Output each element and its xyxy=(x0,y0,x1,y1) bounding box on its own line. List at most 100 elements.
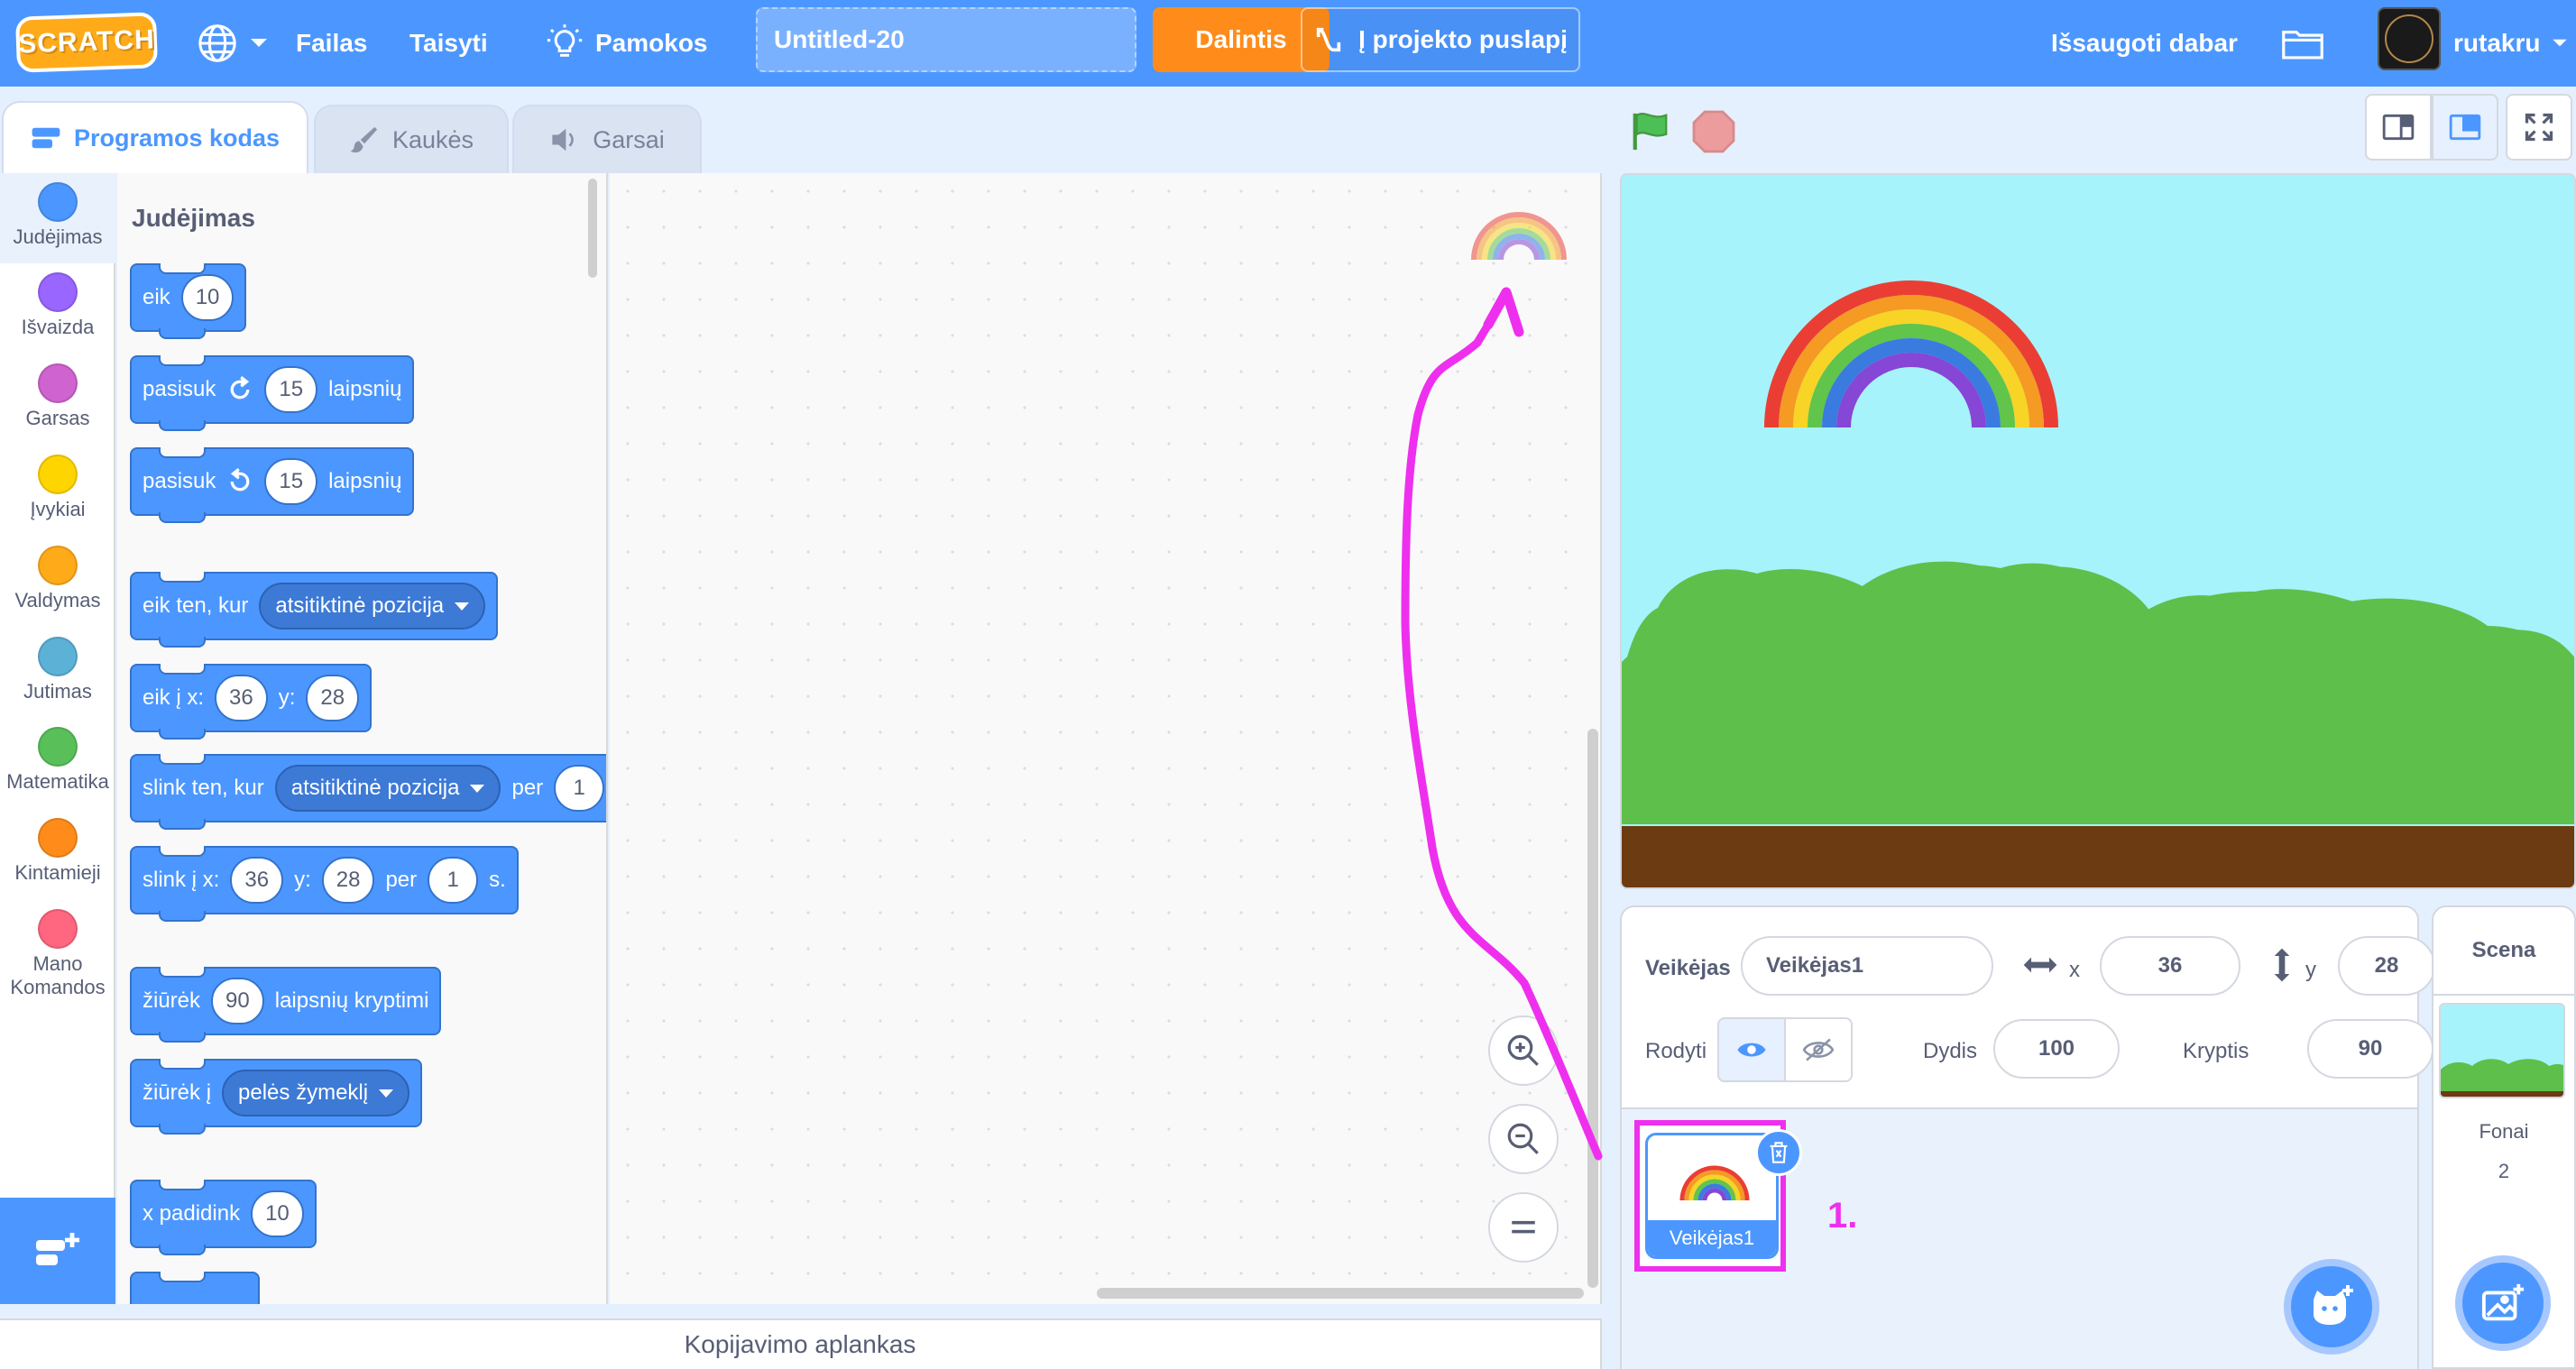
category-sound[interactable]: Garsas xyxy=(0,354,115,445)
block-glide-label: slink ten, kur xyxy=(143,776,264,800)
tutorials-menu[interactable]: Pamokos xyxy=(547,0,708,87)
category-events-dot xyxy=(38,455,78,494)
block-glide-secs-input[interactable]: 1 xyxy=(554,765,605,812)
green-flag-icon xyxy=(1633,112,1668,151)
normal-stage-button[interactable] xyxy=(2432,94,2498,161)
language-menu[interactable] xyxy=(197,0,269,87)
stage-canvas[interactable] xyxy=(1620,173,2576,889)
scratch-logo[interactable]: SCRATCH xyxy=(14,12,159,73)
account-menu[interactable]: rutakru xyxy=(2453,0,2569,87)
block-point-in-direction[interactable]: žiūrėk 90 laipsnių kryptimi xyxy=(130,967,442,1043)
add-extension-button[interactable] xyxy=(0,1198,115,1304)
block-goto-xy-y-input[interactable]: 28 xyxy=(306,675,360,721)
category-looks-label: Išvaizda xyxy=(21,316,95,338)
show-hidden-button[interactable] xyxy=(1784,1017,1853,1082)
eye-slash-icon xyxy=(1802,1038,1835,1061)
sprite-tile-selected[interactable]: Veikėjas1 xyxy=(1634,1120,1802,1272)
green-flag-button[interactable] xyxy=(1629,110,1672,156)
tab-code[interactable]: Programos kodas xyxy=(2,101,308,173)
file-menu[interactable]: Failas xyxy=(296,0,367,87)
tab-sounds[interactable]: Garsai xyxy=(512,105,702,173)
block-glide-xy[interactable]: slink į x: 36 y: 28 per 1 s. xyxy=(130,846,519,922)
block-point-dir-input[interactable]: 90 xyxy=(211,978,264,1024)
remix-arrows-icon xyxy=(1316,27,1341,52)
block-turn-left-degrees-input[interactable]: 15 xyxy=(264,458,318,505)
my-stuff-button[interactable] xyxy=(2282,0,2323,87)
block-partial[interactable] xyxy=(130,1272,260,1304)
size-input[interactable]: 100 xyxy=(1993,1019,2120,1079)
category-variables-dot xyxy=(38,818,78,858)
block-glide-dropdown[interactable]: atsitiktinė pozicija xyxy=(274,765,501,812)
choose-backdrop-button[interactable] xyxy=(2455,1255,2551,1351)
category-variables[interactable]: Kintamieji xyxy=(0,809,115,899)
category-control[interactable]: Valdymas xyxy=(0,537,115,627)
category-sound-dot xyxy=(38,363,78,403)
backpack-bar[interactable]: Kopijavimo aplankas xyxy=(0,1318,1602,1369)
block-point-towards[interactable]: žiūrėk į pelės žymeklį xyxy=(130,1059,423,1135)
fullscreen-button[interactable] xyxy=(2506,94,2572,161)
small-stage-button[interactable] xyxy=(2365,94,2432,161)
save-now-button[interactable]: Išsaugoti dabar xyxy=(2051,0,2238,87)
block-move-steps[interactable]: eik 10 xyxy=(130,263,247,339)
block-turn-right-degrees-input[interactable]: 15 xyxy=(264,366,318,413)
category-motion-label: Judėjimas xyxy=(13,225,103,248)
sprite-tile-name: Veikėjas1 xyxy=(1648,1220,1776,1256)
category-motion[interactable]: Judėjimas xyxy=(0,173,115,263)
category-events[interactable]: Įvykiai xyxy=(0,446,115,536)
block-goto-xy-x-input[interactable]: 36 xyxy=(215,675,268,721)
block-change-x[interactable]: x padidink 10 xyxy=(130,1180,317,1255)
direction-input[interactable]: 90 xyxy=(2307,1019,2433,1079)
category-my-blocks-dot xyxy=(38,909,78,949)
choose-sprite-button[interactable] xyxy=(2284,1259,2379,1355)
sprite-name-input[interactable]: Veikėjas1 xyxy=(1741,936,1993,996)
block-turn-right[interactable]: pasisuk 15 laipsnių xyxy=(130,355,415,431)
block-point-dir-suffix: laipsnių kryptimi xyxy=(274,988,429,1013)
show-visible-button[interactable] xyxy=(1717,1017,1786,1082)
tab-costumes[interactable]: Kaukės xyxy=(314,105,509,173)
block-glide-xy-x-input[interactable]: 36 xyxy=(230,857,284,904)
zoom-reset-button[interactable] xyxy=(1488,1192,1559,1263)
block-point-towards-dropdown[interactable]: pelės žymeklį xyxy=(222,1070,410,1116)
avatar[interactable] xyxy=(2378,7,2441,70)
block-palette: Judėjimas eik 10 pasisuk 15 laipsnių pas… xyxy=(117,173,608,1304)
category-looks[interactable]: Išvaizda xyxy=(0,263,115,354)
block-turn-left[interactable]: pasisuk 15 laipsnių xyxy=(130,447,415,523)
block-goto-dropdown[interactable]: atsitiktinė pozicija xyxy=(259,583,486,629)
edit-menu[interactable]: Taisyti xyxy=(409,0,488,87)
stop-button[interactable] xyxy=(1692,110,1735,158)
block-move-steps-input[interactable]: 10 xyxy=(180,274,235,321)
block-goto[interactable]: eik ten, kur atsitiktinė pozicija xyxy=(130,572,499,648)
category-sensing-label: Jutimas xyxy=(23,680,92,703)
project-title-input[interactable]: Untitled-20 xyxy=(756,7,1136,72)
category-sensing[interactable]: Jutimas xyxy=(0,628,115,718)
sprite-rainbow-thumbnail-icon xyxy=(1471,212,1567,260)
vertical-arrows-icon xyxy=(2274,948,2290,982)
stop-icon xyxy=(1692,110,1735,153)
category-control-label: Valdymas xyxy=(14,589,101,611)
category-looks-dot xyxy=(38,272,78,312)
block-glide-xy-s-label: s. xyxy=(489,868,506,892)
see-project-page-button[interactable]: Į projekto puslapį xyxy=(1301,7,1580,72)
delete-sprite-button[interactable] xyxy=(1755,1129,1802,1176)
x-input[interactable]: 36 xyxy=(2100,936,2240,996)
annotation-arrow xyxy=(1401,287,1603,1161)
block-change-x-input[interactable]: 10 xyxy=(251,1190,304,1237)
see-project-page-label: Į projekto puslapį xyxy=(1358,25,1568,53)
block-glide-xy-secs-input[interactable]: 1 xyxy=(428,857,479,904)
palette-scrollbar[interactable] xyxy=(588,179,597,278)
category-my-blocks[interactable]: Mano Komandos xyxy=(0,900,115,1008)
block-glide-xy-y-input[interactable]: 28 xyxy=(321,857,375,904)
y-input[interactable]: 28 xyxy=(2338,936,2435,996)
block-glide-xy-y-label: y: xyxy=(294,868,311,892)
username-label: rutakru xyxy=(2453,29,2541,57)
block-goto-xy[interactable]: eik į x: 36 y: 28 xyxy=(130,664,373,740)
category-operators[interactable]: Matematika xyxy=(0,718,115,808)
stage-target-pane[interactable]: Scena Fonai 2 xyxy=(2432,905,2576,1369)
stage-pane-title: Scena xyxy=(2433,907,2574,996)
block-glide[interactable]: slink ten, kur atsitiktinė pozicija per … xyxy=(130,754,606,830)
equals-icon xyxy=(1512,1220,1535,1234)
block-glide-xy-per-label: per xyxy=(385,868,418,892)
stage-thumbnail[interactable] xyxy=(2439,1003,2565,1098)
workspace-horizontal-scrollbar[interactable] xyxy=(1097,1288,1584,1299)
backdrops-label: Fonai xyxy=(2479,1120,2529,1143)
